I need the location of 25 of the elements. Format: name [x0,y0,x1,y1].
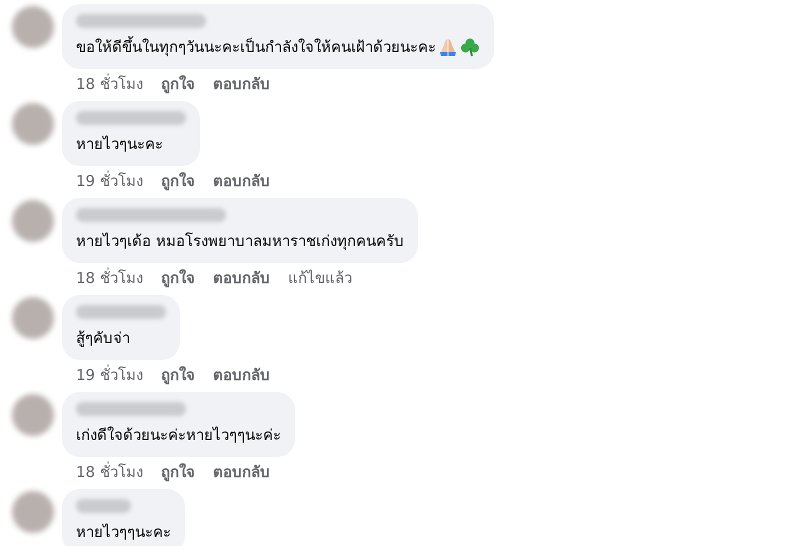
comment-text: หายไวๆเด้อ หมอโรงพยาบาลมหาราชเก่งทุกคนครับ [76,231,404,252]
avatar[interactable] [12,491,54,533]
reply-link[interactable]: ตอบกลับ [212,72,270,95]
avatar[interactable] [12,297,54,339]
like-link[interactable]: ถูกใจ [160,460,195,483]
like-link[interactable]: ถูกใจ [160,266,195,289]
comment-text: สู้ๆคับจ่า [76,328,130,349]
comment-text: หายไวๆนะคะ [76,134,163,155]
like-link[interactable]: ถูกใจ [160,72,195,95]
like-link[interactable]: ถูกใจ [160,170,195,192]
avatar[interactable] [12,394,54,436]
reply-link[interactable]: ตอบกลับ [212,170,270,192]
avatar[interactable] [12,200,54,242]
edited-label: แก้ไขแล้ว [288,268,352,288]
avatar[interactable] [12,6,54,48]
comment-text: ขอให้ดีขึ้นในทุกๆวันนะคะเป็นกำลังใจให้คนเฝ้าด้วยนะคะ [76,36,436,58]
comment-text: หายไวๆๆนะคะ [76,522,171,543]
reply-link[interactable]: ตอบกลับ [212,364,270,386]
blurred-name [76,499,131,513]
reply-link[interactable]: ตอบกลับ [212,266,270,289]
clover-icon [460,37,480,58]
reply-link[interactable]: ตอบกลับ [212,460,270,483]
avatar[interactable] [12,103,54,145]
comment-text: เก่งดีใจด้วยนะค่ะหายไวๆๆนะค่ะ [76,425,281,446]
like-link[interactable]: ถูกใจ [160,364,195,386]
